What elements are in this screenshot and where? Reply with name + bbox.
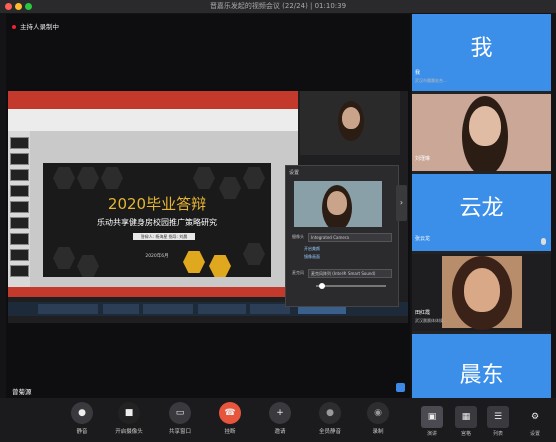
chevron-right-icon: › bbox=[399, 198, 404, 207]
volume-slider-handle[interactable] bbox=[319, 283, 325, 289]
window-title: 晋嘉乐发起的视频会议 (22/24) | 01:10:39 bbox=[209, 2, 347, 10]
presenter-camera-preview bbox=[300, 91, 400, 155]
participant-name: 田红霞 bbox=[415, 310, 431, 316]
camera-settings-panel: 设置 摄像头 Integrated Camera 开启美颜 镜像画面 麦克风 麦… bbox=[285, 165, 399, 307]
recording-indicator: 主持人录制中 bbox=[12, 21, 59, 31]
mic-icon: ● bbox=[78, 408, 86, 418]
record-label: 录制 bbox=[372, 429, 384, 435]
participant-org: 武汉晨晨体体操... bbox=[415, 318, 447, 323]
mic-icon bbox=[541, 238, 546, 245]
grid-view-icon: ▦ bbox=[461, 412, 471, 422]
camera-select[interactable]: Integrated Camera bbox=[308, 233, 392, 242]
camera-label: 摄像头 bbox=[292, 234, 304, 239]
shared-screen: 2020毕业答辩 乐动共享健身房校园推广策略研究 答辩人: 杨海星 指导: 刘晨… bbox=[8, 91, 408, 323]
settings-label: 设置 bbox=[529, 431, 540, 437]
participant-tile[interactable]: 晨东 bbox=[412, 334, 551, 398]
participant-name: 张云龙 bbox=[415, 236, 431, 242]
participant-name: 刘瑾琳 bbox=[415, 156, 431, 162]
slide-names: 答辩人: 杨海星 指导: 刘晨 bbox=[133, 233, 195, 240]
settings-button[interactable]: ⚙ bbox=[524, 406, 546, 428]
phone-icon: ☎ bbox=[224, 408, 236, 418]
list-view-icon: ☰ bbox=[493, 412, 503, 422]
camera-button[interactable]: ■ 开启摄像头 bbox=[109, 402, 149, 440]
participant-tile[interactable]: 刘瑾琳 bbox=[412, 94, 551, 171]
participant-avatar: 我 bbox=[470, 36, 493, 61]
participant-tile[interactable]: 云龙 张云龙 bbox=[412, 174, 551, 251]
participant-tile[interactable]: 我 我 武汉市晨晨宏合... bbox=[412, 14, 551, 91]
mute-label: 静音 bbox=[76, 429, 88, 435]
list-view-button[interactable]: ☰ bbox=[487, 406, 509, 428]
participant-avatar: 云龙 bbox=[459, 196, 504, 221]
invite-icon: + bbox=[276, 408, 284, 418]
close-window-button[interactable] bbox=[5, 3, 12, 10]
ppt-status-bar bbox=[8, 287, 298, 297]
participant-name: 我 bbox=[415, 70, 421, 76]
camera-label: 开启摄像头 bbox=[115, 429, 143, 435]
slide-thumbnails bbox=[8, 131, 30, 291]
fullscreen-icon[interactable] bbox=[396, 383, 405, 392]
slide-title: 2020毕业答辩 bbox=[107, 195, 207, 213]
maximize-window-button[interactable] bbox=[25, 3, 32, 10]
meeting-window: 晋嘉乐发起的视频会议 (22/24) | 01:10:39 主持人录制中 202… bbox=[0, 0, 556, 442]
minimize-window-button[interactable] bbox=[15, 3, 22, 10]
speaker-view-icon: ▣ bbox=[427, 412, 437, 422]
invite-button[interactable]: + 邀请 bbox=[260, 402, 300, 440]
beauty-checkbox[interactable]: 开启美颜 bbox=[304, 246, 320, 252]
end-call-button[interactable]: ☎ 挂断 bbox=[210, 402, 250, 440]
participant-avatar: 晨东 bbox=[459, 363, 504, 388]
recording-dot-icon bbox=[12, 25, 16, 29]
camera-preview bbox=[294, 181, 382, 227]
slide-subtitle: 乐动共享健身房校园推广策略研究 bbox=[97, 218, 217, 227]
list-view-label: 列表 bbox=[492, 431, 503, 437]
mic-select[interactable]: 麦克风阵列 (Intel® Smart Sound) bbox=[308, 269, 392, 278]
record-icon: ◉ bbox=[374, 408, 382, 418]
share-window-button[interactable]: ▭ 共享窗口 bbox=[160, 402, 200, 440]
gear-icon: ⚙ bbox=[530, 412, 540, 422]
slide: 2020毕业答辩 乐动共享健身房校园推广策略研究 答辩人: 杨海星 指导: 刘晨… bbox=[43, 163, 271, 277]
grid-view-button[interactable]: ▦ bbox=[455, 406, 477, 428]
title-bar: 晋嘉乐发起的视频会议 (22/24) | 01:10:39 bbox=[0, 0, 556, 13]
recording-label: 主持人录制中 bbox=[20, 23, 59, 31]
participant-video bbox=[442, 256, 522, 330]
mirror-checkbox[interactable]: 镜像画面 bbox=[304, 254, 320, 260]
settings-title: 设置 bbox=[289, 170, 300, 176]
slide-date: 2020年6月 bbox=[145, 254, 169, 259]
end-label: 挂断 bbox=[224, 429, 236, 435]
mute-all-button[interactable]: ● 全员静音 bbox=[310, 402, 350, 440]
invite-label: 邀请 bbox=[274, 429, 286, 435]
camera-icon: ■ bbox=[124, 408, 134, 418]
speaker-view-label: 演讲 bbox=[426, 431, 437, 437]
participant-org: 武汉市晨晨宏合... bbox=[415, 78, 447, 83]
mute-button[interactable]: ● 静音 bbox=[62, 402, 102, 440]
active-speaker-name: 曾菊源 bbox=[12, 388, 32, 396]
record-button[interactable]: ◉ 录制 bbox=[358, 402, 398, 440]
share-label: 共享窗口 bbox=[168, 429, 191, 435]
mic-label: 麦克风 bbox=[292, 270, 304, 275]
speaker-view-button[interactable]: ▣ bbox=[421, 406, 443, 428]
share-icon: ▭ bbox=[175, 408, 185, 418]
mute-all-icon: ● bbox=[326, 408, 334, 418]
collapse-panel-button[interactable]: › bbox=[396, 185, 407, 221]
volume-slider[interactable] bbox=[316, 285, 386, 287]
ppt-toolbar bbox=[8, 109, 298, 131]
mute-all-label: 全员静音 bbox=[318, 429, 341, 435]
grid-view-label: 宫格 bbox=[460, 431, 471, 437]
participant-tile[interactable]: 田红霞 武汉晨晨体体操... bbox=[412, 254, 551, 331]
